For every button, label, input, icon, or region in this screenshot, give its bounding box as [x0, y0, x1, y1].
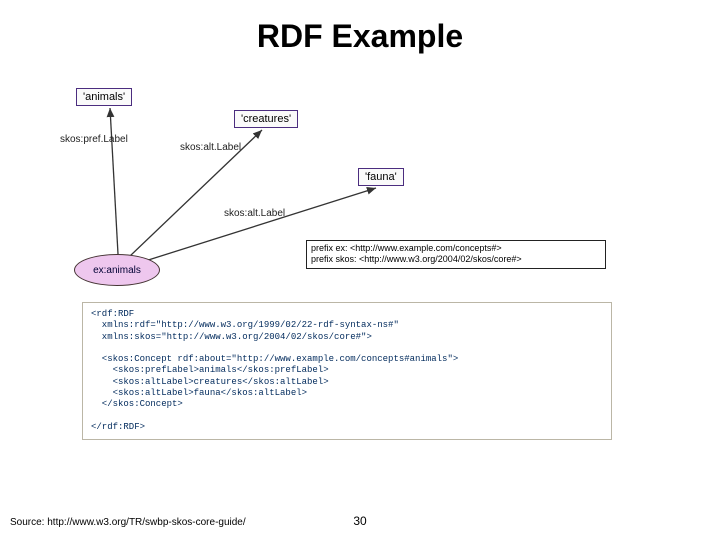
rdf-code-block: <rdf:RDF xmlns:rdf="http://www.w3.org/19…: [82, 302, 612, 440]
edge-altlabel-1: skos:alt.Label: [180, 142, 241, 153]
prefix-box: prefix ex: <http://www.example.com/conce…: [306, 240, 606, 269]
literal-fauna: 'fauna': [358, 168, 404, 186]
slide: RDF Example 'animals' 'creatures' 'fauna…: [0, 0, 720, 540]
subject-ellipse: ex:animals: [74, 254, 160, 286]
literal-creatures: 'creatures': [234, 110, 298, 128]
edge-altlabel-2: skos:alt.Label: [224, 208, 285, 219]
subject-label: ex:animals: [93, 265, 141, 276]
skos-diagram: 'animals' 'creatures' 'fauna' skos:pref.…: [70, 80, 650, 300]
prefix-line-2: prefix skos: <http://www.w3.org/2004/02/…: [311, 254, 601, 265]
page-number: 30: [0, 514, 720, 528]
edge-preflabel: skos:pref.Label: [60, 134, 128, 145]
literal-animals: 'animals': [76, 88, 132, 106]
page-title: RDF Example: [0, 18, 720, 55]
prefix-line-1: prefix ex: <http://www.example.com/conce…: [311, 243, 601, 254]
